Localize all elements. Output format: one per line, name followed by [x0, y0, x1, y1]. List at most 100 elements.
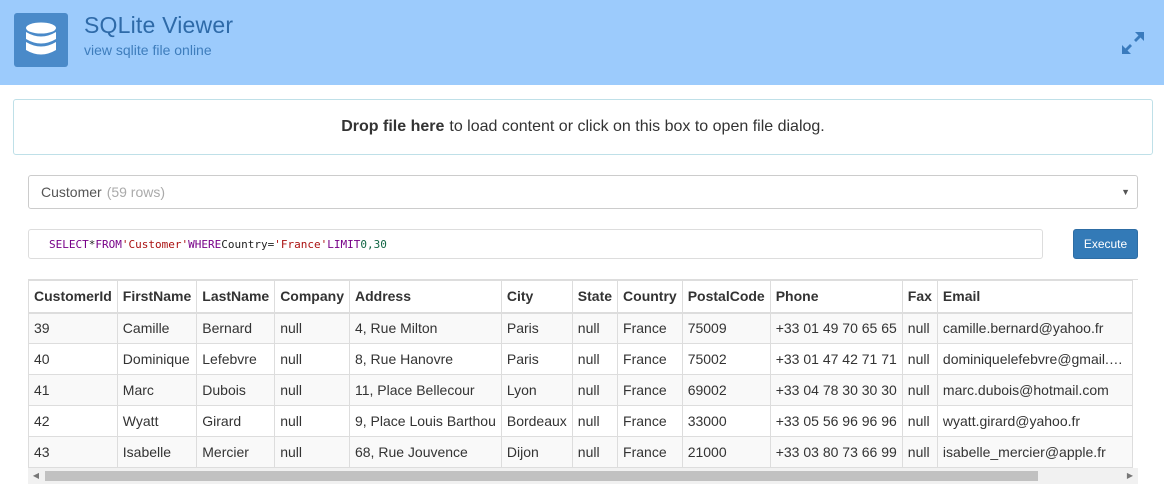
scroll-left-icon[interactable]: ◀ — [28, 471, 44, 480]
query-limit: 0,30 — [360, 237, 387, 251]
table-cell: France — [617, 374, 683, 406]
table-cell: null — [274, 343, 350, 375]
table-cell: 75009 — [681, 312, 771, 344]
table-header-row: CustomerId FirstName LastName Company Ad… — [28, 280, 1133, 314]
dropzone-bold-text: Drop file here — [341, 118, 445, 135]
column-header[interactable]: Country — [617, 280, 683, 314]
column-header[interactable]: City — [500, 280, 573, 314]
execute-button[interactable]: Execute — [1073, 229, 1138, 259]
column-header[interactable]: Email — [936, 280, 1133, 314]
table-cell: 11, Place Bellecour — [348, 374, 502, 406]
table-cell: 33000 — [681, 405, 771, 437]
table-cell: dominiquelefebvre@gmail.c… — [936, 343, 1133, 375]
table-cell: +33 01 47 42 71 71 — [769, 343, 903, 375]
query-keyword: SELECT — [49, 237, 89, 251]
expand-icon[interactable] — [1118, 28, 1148, 58]
table-cell: Lefebvre — [196, 343, 276, 375]
table-cell: 9, Place Louis Barthou — [348, 405, 502, 437]
table-cell: France — [617, 405, 683, 437]
results-table: CustomerId FirstName LastName Company Ad… — [28, 280, 1133, 468]
query-input[interactable]: SELECT * FROM 'Customer' WHERE Country =… — [28, 229, 1043, 259]
query-operator: = — [267, 237, 275, 251]
table-cell: 41 — [28, 374, 118, 406]
table-cell: +33 03 80 73 66 99 — [769, 436, 903, 468]
column-header[interactable]: CustomerId — [28, 280, 118, 314]
app-title: SQLite Viewer — [84, 12, 234, 38]
table-select[interactable]: Customer (59 rows) ▼ — [28, 175, 1138, 209]
table-cell: null — [571, 374, 619, 406]
table-row[interactable]: 39 Camille Bernard null 4, Rue Milton Paris nu… — [28, 312, 1133, 344]
table-cell: null — [571, 343, 619, 375]
table-cell: null — [901, 374, 938, 406]
column-header[interactable]: Company — [274, 280, 350, 314]
table-cell: 68, Rue Jouvence — [348, 436, 502, 468]
table-cell: Lyon — [500, 374, 573, 406]
table-cell: Camille — [116, 312, 198, 344]
table-cell: 75002 — [681, 343, 771, 375]
query-keyword: WHERE — [188, 237, 222, 251]
table-cell: Dubois — [196, 374, 276, 406]
file-dropzone[interactable]: Drop file here to load content or click … — [13, 99, 1153, 155]
column-header[interactable]: PostalCode — [681, 280, 771, 314]
table-cell: null — [274, 374, 350, 406]
table-cell: null — [274, 312, 350, 344]
table-cell: null — [571, 312, 619, 344]
query-table: 'Customer' — [121, 237, 189, 251]
column-header[interactable]: Phone — [769, 280, 903, 314]
table-row-count: (59 rows) — [106, 184, 166, 200]
table-cell: 21000 — [681, 436, 771, 468]
table-cell: 43 — [28, 436, 118, 468]
table-cell: 69002 — [681, 374, 771, 406]
table-cell: Marc — [116, 374, 198, 406]
table-cell: Bordeaux — [500, 405, 573, 437]
table-cell: 8, Rue Hanovre — [348, 343, 502, 375]
column-header[interactable]: Address — [348, 280, 502, 314]
table-select-value: Customer — [41, 184, 102, 200]
dropzone-text: to load content or click on this box to … — [449, 118, 825, 135]
query-column: Country — [221, 237, 268, 251]
table-cell: 4, Rue Milton — [348, 312, 502, 344]
table-cell: France — [617, 343, 683, 375]
table-cell: null — [274, 405, 350, 437]
scroll-right-icon[interactable]: ▶ — [1122, 471, 1138, 480]
table-cell: France — [617, 436, 683, 468]
table-cell: +33 01 49 70 65 65 — [769, 312, 903, 344]
table-cell: Isabelle — [116, 436, 198, 468]
table-row[interactable]: 41 Marc Dubois null 11, Place Bellecour Lyon n… — [28, 374, 1133, 406]
column-header[interactable]: Fax — [901, 280, 938, 314]
table-cell: Girard — [196, 405, 276, 437]
table-cell: null — [901, 312, 938, 344]
table-cell: marc.dubois@hotmail.com — [936, 374, 1133, 406]
query-keyword: FROM — [95, 237, 122, 251]
table-cell: null — [901, 405, 938, 437]
table-cell: Paris — [500, 312, 573, 344]
table-cell: Dijon — [500, 436, 573, 468]
column-header[interactable]: LastName — [196, 280, 276, 314]
results-table-container: CustomerId FirstName LastName Company Ad… — [28, 279, 1138, 484]
table-cell: camille.bernard@yahoo.fr — [936, 312, 1133, 344]
table-cell: null — [571, 436, 619, 468]
app-subtitle: view sqlite file online — [84, 42, 212, 58]
table-cell: null — [571, 405, 619, 437]
table-row[interactable]: 40 Dominique Lefebvre null 8, Rue Hanovre Par… — [28, 343, 1133, 375]
table-cell: wyatt.girard@yahoo.fr — [936, 405, 1133, 437]
table-cell: 39 — [28, 312, 118, 344]
database-icon — [14, 13, 68, 67]
table-cell: null — [901, 436, 938, 468]
table-cell: Wyatt — [116, 405, 198, 437]
horizontal-scrollbar[interactable]: ◀ ▶ — [28, 468, 1138, 484]
table-row[interactable]: 42 Wyatt Girard null 9, Place Louis Barthou B… — [28, 405, 1133, 437]
column-header[interactable]: FirstName — [116, 280, 198, 314]
query-keyword: LIMIT — [327, 237, 361, 251]
table-cell: 40 — [28, 343, 118, 375]
table-cell: Dominique — [116, 343, 198, 375]
table-cell: +33 04 78 30 30 30 — [769, 374, 903, 406]
column-header[interactable]: State — [571, 280, 619, 314]
query-star: * — [88, 237, 96, 251]
query-value: 'France' — [274, 237, 328, 251]
scrollbar-thumb[interactable] — [45, 471, 1038, 481]
app-header: SQLite Viewer view sqlite file online — [0, 0, 1164, 85]
chevron-down-icon: ▼ — [1121, 187, 1130, 197]
table-row[interactable]: 43 Isabelle Mercier null 68, Rue Jouvence Dij… — [28, 436, 1133, 468]
table-cell: null — [901, 343, 938, 375]
